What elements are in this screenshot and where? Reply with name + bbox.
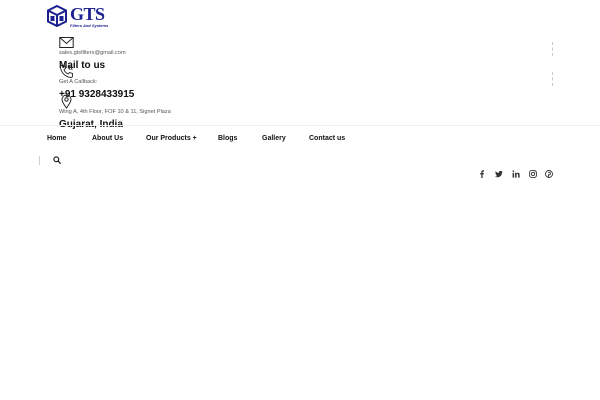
contact-phone-prompt: Get A Callback: <box>59 79 98 85</box>
contact-mail-address[interactable]: sales.gtsfilters@gmail.com <box>59 50 126 57</box>
header-separator <box>552 72 553 86</box>
facebook-icon[interactable] <box>478 170 486 178</box>
search-area <box>39 155 61 165</box>
nav-contact-us[interactable]: Contact us <box>309 135 345 142</box>
search-icon[interactable] <box>53 156 61 164</box>
site-logo[interactable]: GTS Filters And Systems <box>47 5 109 31</box>
brand-name: GTS <box>70 4 105 24</box>
gts-logo-icon <box>47 5 67 27</box>
twitter-icon[interactable] <box>495 170 503 178</box>
nav-our-products[interactable]: Our Products + <box>146 135 197 142</box>
contact-address-line: Wing A, 4th Floor, FOF 10 & 11, Signet P… <box>59 109 171 115</box>
location-pin-icon <box>61 94 72 109</box>
header-separator <box>552 42 553 56</box>
nav-home[interactable]: Home <box>47 135 66 142</box>
instagram-icon[interactable] <box>529 170 537 178</box>
mail-icon <box>59 37 74 48</box>
nav-about-us[interactable]: About Us <box>92 135 123 142</box>
phone-icon <box>60 65 73 78</box>
nav-gallery[interactable]: Gallery <box>262 135 286 142</box>
nav-blogs[interactable]: Blogs <box>218 135 237 142</box>
brand-tagline: Filters And Systems <box>70 23 109 28</box>
header-divider <box>0 125 600 126</box>
linkedin-icon[interactable] <box>512 170 520 178</box>
search-separator <box>39 155 40 165</box>
pinterest-icon[interactable] <box>545 170 553 178</box>
